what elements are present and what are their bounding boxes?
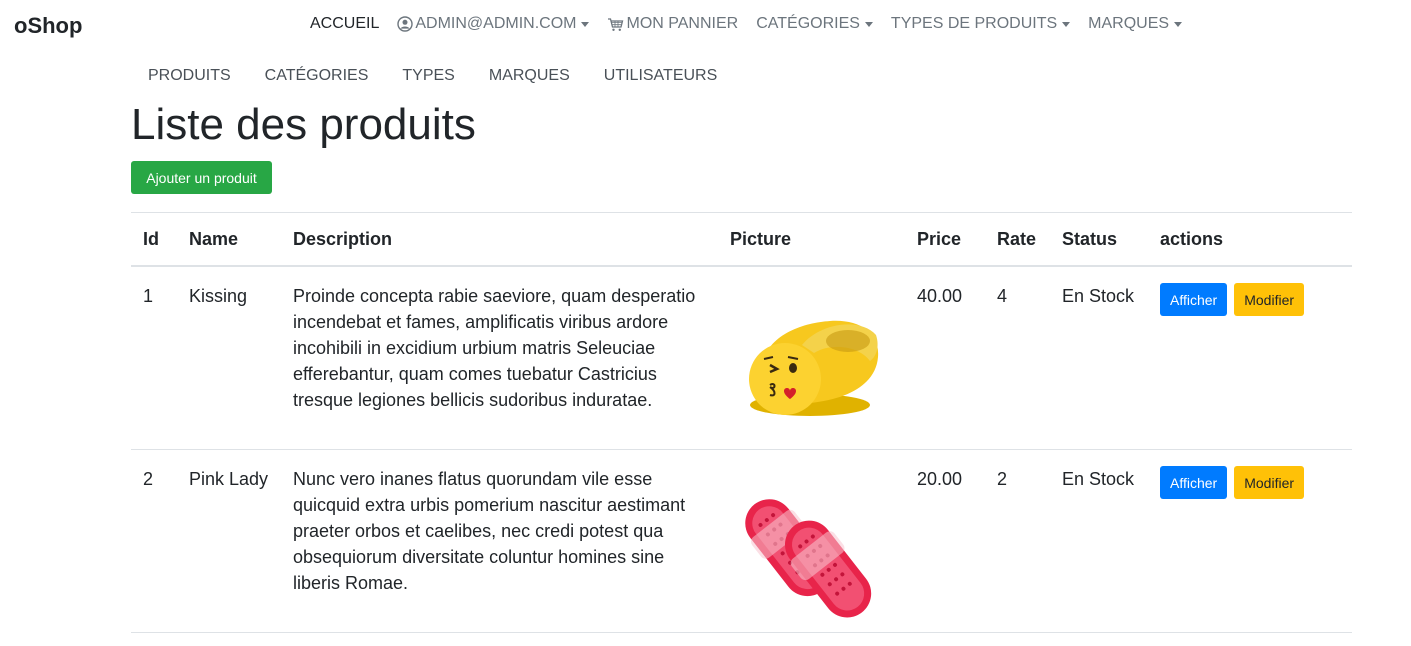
product-image-kissing-slipper xyxy=(749,320,879,416)
subnav-users[interactable]: UTILISATEURS xyxy=(587,67,735,85)
edit-product-button[interactable]: Modifier xyxy=(1234,466,1305,499)
subnav-categories[interactable]: CATÉGORIES xyxy=(248,67,386,85)
cell-price: 40.00 xyxy=(905,266,985,450)
nav-cart-label: MON PANNIER xyxy=(626,15,739,32)
cell-actions: Afficher Modifier xyxy=(1148,449,1352,633)
page-title: Liste des produits xyxy=(131,100,476,149)
cell-description: Proinde concepta rabie saeviore, quam de… xyxy=(281,266,718,450)
column-header-id: Id xyxy=(131,212,177,267)
cell-rate: 4 xyxy=(985,266,1050,450)
user-circle-icon xyxy=(397,16,414,32)
column-header-actions: actions xyxy=(1148,212,1352,267)
nav-brands-label: MARQUES xyxy=(1088,15,1170,32)
table-header-row: Id Name Description Picture Price Rate S… xyxy=(131,212,1352,267)
brand-logo[interactable]: oShop xyxy=(14,13,82,39)
nav-categories-label: CATÉGORIES xyxy=(756,15,860,32)
column-header-description: Description xyxy=(281,212,718,267)
table-row: 1 Kissing Proinde concepta rabie saevior… xyxy=(131,266,1352,450)
add-product-button[interactable]: Ajouter un produit xyxy=(131,161,272,194)
nav-brands-dropdown[interactable]: MARQUES xyxy=(1088,15,1183,33)
main-nav: ACCUEIL ADMIN@ADMIN.COM MON PANNIER CATÉ… xyxy=(310,15,1200,33)
chevron-down-icon xyxy=(864,21,873,27)
cell-rate: 2 xyxy=(985,449,1050,633)
nav-user-dropdown[interactable]: ADMIN@ADMIN.COM xyxy=(397,15,590,33)
cell-name: Kissing xyxy=(177,266,281,450)
admin-subnav: PRODUITS CATÉGORIES TYPES MARQUES UTILIS… xyxy=(131,67,734,85)
show-product-button[interactable]: Afficher xyxy=(1160,466,1228,499)
subnav-types[interactable]: TYPES xyxy=(385,67,471,85)
chevron-down-icon xyxy=(1062,21,1071,27)
top-navbar: oShop ACCUEIL ADMIN@ADMIN.COM MON PANNIE… xyxy=(0,0,1411,52)
table-row: 2 Pink Lady Nunc vero inanes flatus quor… xyxy=(131,449,1352,633)
product-image-pink-sandals xyxy=(745,499,872,618)
column-header-status: Status xyxy=(1050,212,1148,267)
column-header-rate: Rate xyxy=(985,212,1050,267)
cell-id: 2 xyxy=(131,449,177,633)
cell-status: En Stock xyxy=(1050,449,1148,633)
cart-icon xyxy=(607,17,624,32)
cell-description: Nunc vero inanes flatus quorundam vile e… xyxy=(281,449,718,633)
nav-product-types-dropdown[interactable]: TYPES DE PRODUITS xyxy=(890,15,1071,33)
nav-home-label: ACCUEIL xyxy=(310,15,380,32)
cell-id: 1 xyxy=(131,266,177,450)
products-table: Id Name Description Picture Price Rate S… xyxy=(131,212,1352,633)
show-product-button[interactable]: Afficher xyxy=(1160,283,1228,316)
nav-categories-dropdown[interactable]: CATÉGORIES xyxy=(756,15,873,33)
nav-cart[interactable]: MON PANNIER xyxy=(607,15,738,33)
cell-picture xyxy=(718,266,905,450)
subnav-products[interactable]: PRODUITS xyxy=(131,67,248,85)
chevron-down-icon xyxy=(581,21,590,27)
cell-name: Pink Lady xyxy=(177,449,281,633)
nav-home[interactable]: ACCUEIL xyxy=(310,15,379,33)
column-header-price: Price xyxy=(905,212,985,267)
column-header-name: Name xyxy=(177,212,281,267)
cell-actions: Afficher Modifier xyxy=(1148,266,1352,450)
nav-user-label: ADMIN@ADMIN.COM xyxy=(415,15,577,32)
chevron-down-icon xyxy=(1174,21,1183,27)
nav-product-types-label: TYPES DE PRODUITS xyxy=(890,15,1058,32)
column-header-picture: Picture xyxy=(718,212,905,267)
cell-price: 20.00 xyxy=(905,449,985,633)
subnav-brands[interactable]: MARQUES xyxy=(472,67,587,85)
cell-status: En Stock xyxy=(1050,266,1148,450)
edit-product-button[interactable]: Modifier xyxy=(1234,283,1305,316)
cell-picture xyxy=(718,449,905,633)
